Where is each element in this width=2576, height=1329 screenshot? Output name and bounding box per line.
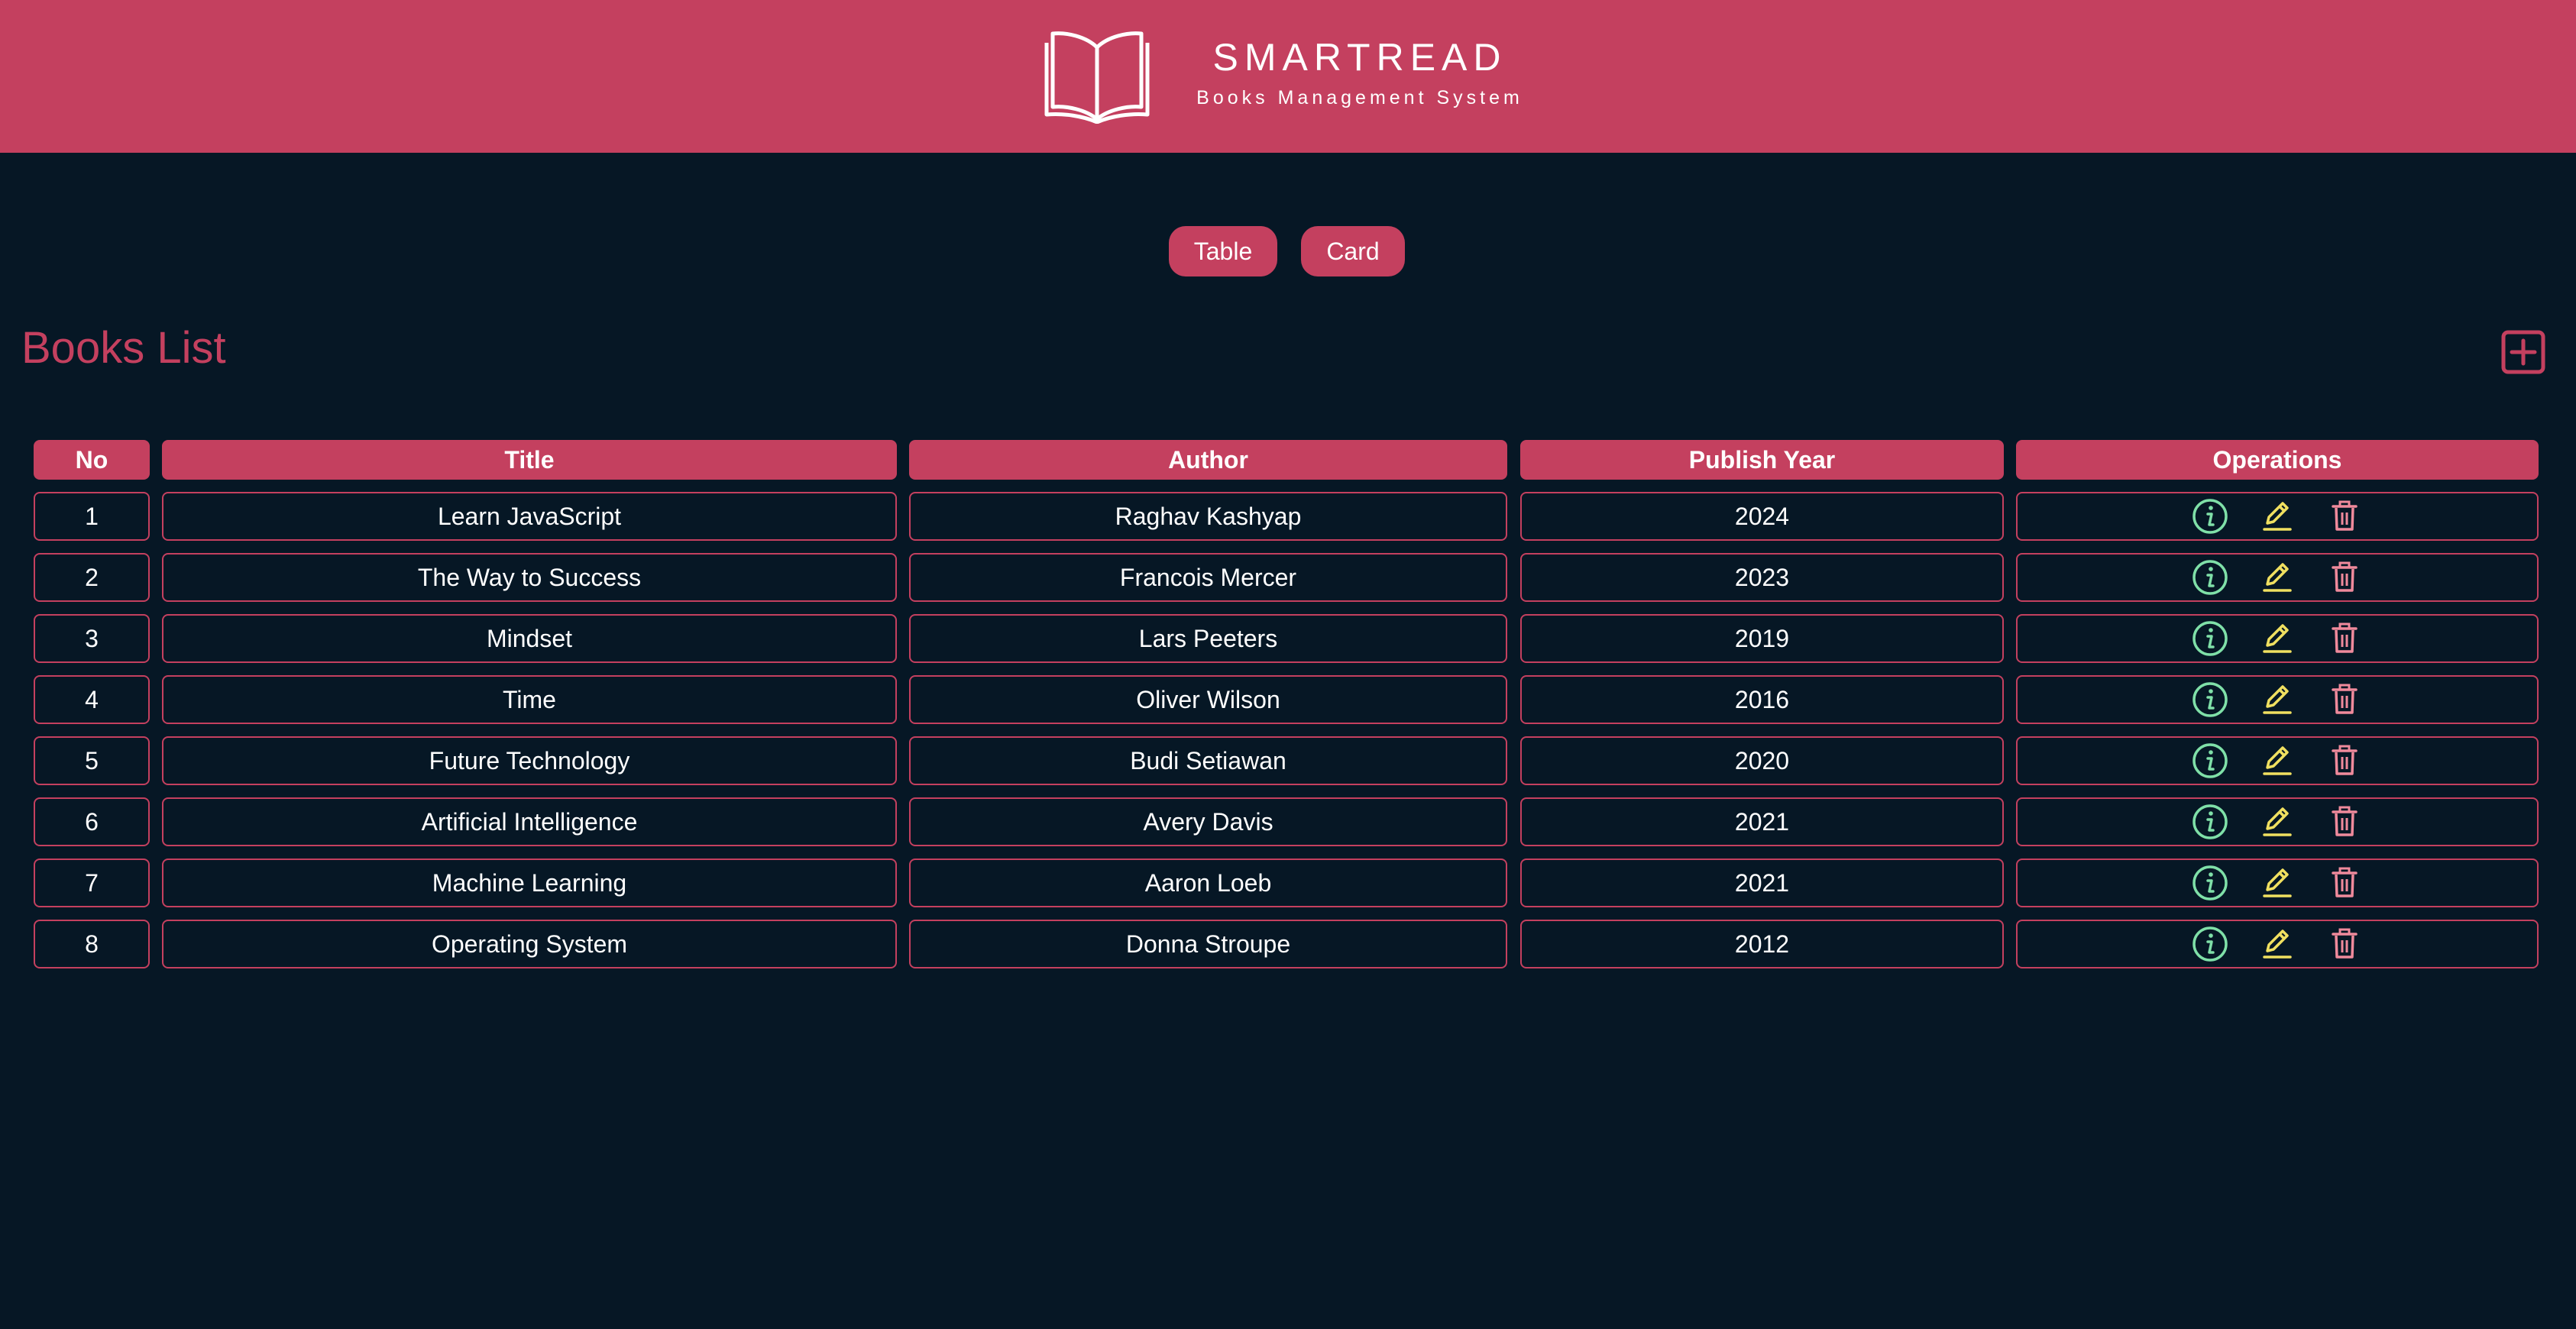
cell-title: Learn JavaScript — [162, 492, 897, 541]
info-icon[interactable] — [2191, 619, 2229, 658]
cell-publish-year: 2023 — [1520, 553, 2004, 602]
info-icon[interactable] — [2191, 497, 2229, 535]
cell-publish-year: 2016 — [1520, 675, 2004, 724]
edit-icon[interactable] — [2258, 864, 2296, 902]
delete-icon[interactable] — [2325, 742, 2364, 780]
cell-publish-year: 2021 — [1520, 859, 2004, 907]
cell-author: Budi Setiawan — [909, 736, 1507, 785]
info-icon[interactable] — [2191, 803, 2229, 841]
cell-operations — [2016, 492, 2539, 541]
cell-publish-year: 2024 — [1520, 492, 2004, 541]
cell-author: Donna Stroupe — [909, 920, 1507, 968]
cell-operations — [2016, 920, 2539, 968]
cell-operations — [2016, 675, 2539, 724]
cell-publish-year: 2021 — [1520, 797, 2004, 846]
edit-icon[interactable] — [2258, 497, 2296, 535]
edit-icon[interactable] — [2258, 681, 2296, 719]
table-row: 3 Mindset Lars Peeters 2019 — [0, 614, 2576, 663]
table-row: 2 The Way to Success Francois Mercer 2023 — [0, 553, 2576, 602]
edit-icon[interactable] — [2258, 803, 2296, 841]
table-row: 7 Machine Learning Aaron Loeb 2021 — [0, 859, 2576, 907]
table-row: 5 Future Technology Budi Setiawan 2020 — [0, 736, 2576, 785]
cell-no: 3 — [34, 614, 150, 663]
cell-operations — [2016, 614, 2539, 663]
brand-name: SMARTREAD — [1212, 36, 1507, 79]
cell-author: Aaron Loeb — [909, 859, 1507, 907]
cell-author: Francois Mercer — [909, 553, 1507, 602]
cell-no: 5 — [34, 736, 150, 785]
column-header-publish-year: Publish Year — [1520, 440, 2004, 480]
edit-icon[interactable] — [2258, 619, 2296, 658]
info-icon[interactable] — [2191, 925, 2229, 963]
edit-icon[interactable] — [2258, 925, 2296, 963]
cell-no: 7 — [34, 859, 150, 907]
delete-icon[interactable] — [2325, 497, 2364, 535]
table-row: 8 Operating System Donna Stroupe 2012 — [0, 920, 2576, 968]
info-icon[interactable] — [2191, 681, 2229, 719]
column-header-no: No — [34, 440, 150, 480]
cell-author: Raghav Kashyap — [909, 492, 1507, 541]
info-icon[interactable] — [2191, 864, 2229, 902]
cell-operations — [2016, 797, 2539, 846]
table-row: 6 Artificial Intelligence Avery Davis 2021 — [0, 797, 2576, 846]
cell-operations — [2016, 736, 2539, 785]
cell-no: 2 — [34, 553, 150, 602]
delete-icon[interactable] — [2325, 864, 2364, 902]
cell-author: Oliver Wilson — [909, 675, 1507, 724]
column-header-author: Author — [909, 440, 1507, 480]
cell-author: Avery Davis — [909, 797, 1507, 846]
cell-publish-year: 2019 — [1520, 614, 2004, 663]
cell-no: 6 — [34, 797, 150, 846]
edit-icon[interactable] — [2258, 558, 2296, 597]
delete-icon[interactable] — [2325, 803, 2364, 841]
cell-publish-year: 2020 — [1520, 736, 2004, 785]
column-header-title: Title — [162, 440, 897, 480]
app-header: SMARTREAD Books Management System — [0, 0, 2576, 153]
cell-no: 1 — [34, 492, 150, 541]
table-view-button[interactable]: Table — [1169, 226, 1277, 276]
brand-tagline: Books Management System — [1196, 87, 1523, 108]
cell-title: Operating System — [162, 920, 897, 968]
delete-icon[interactable] — [2325, 681, 2364, 719]
delete-icon[interactable] — [2325, 925, 2364, 963]
info-icon[interactable] — [2191, 742, 2229, 780]
cell-title: The Way to Success — [162, 553, 897, 602]
delete-icon[interactable] — [2325, 619, 2364, 658]
page-title: Books List — [21, 323, 226, 373]
cell-title: Mindset — [162, 614, 897, 663]
column-header-operations: Operations — [2016, 440, 2539, 480]
plus-square-icon[interactable] — [2501, 330, 2545, 374]
cell-title: Time — [162, 675, 897, 724]
cell-no: 8 — [34, 920, 150, 968]
cell-operations — [2016, 553, 2539, 602]
table-row: 4 Time Oliver Wilson 2016 — [0, 675, 2576, 724]
table-row: 1 Learn JavaScript Raghav Kashyap 2024 — [0, 492, 2576, 541]
info-icon[interactable] — [2191, 558, 2229, 597]
delete-icon[interactable] — [2325, 558, 2364, 597]
cell-author: Lars Peeters — [909, 614, 1507, 663]
cell-title: Machine Learning — [162, 859, 897, 907]
card-view-button[interactable]: Card — [1301, 226, 1405, 276]
edit-icon[interactable] — [2258, 742, 2296, 780]
cell-publish-year: 2012 — [1520, 920, 2004, 968]
cell-no: 4 — [34, 675, 150, 724]
open-book-icon — [1044, 31, 1150, 124]
cell-operations — [2016, 859, 2539, 907]
cell-title: Artificial Intelligence — [162, 797, 897, 846]
table-header-row: No Title Author Publish Year Operations — [0, 440, 2576, 489]
cell-title: Future Technology — [162, 736, 897, 785]
